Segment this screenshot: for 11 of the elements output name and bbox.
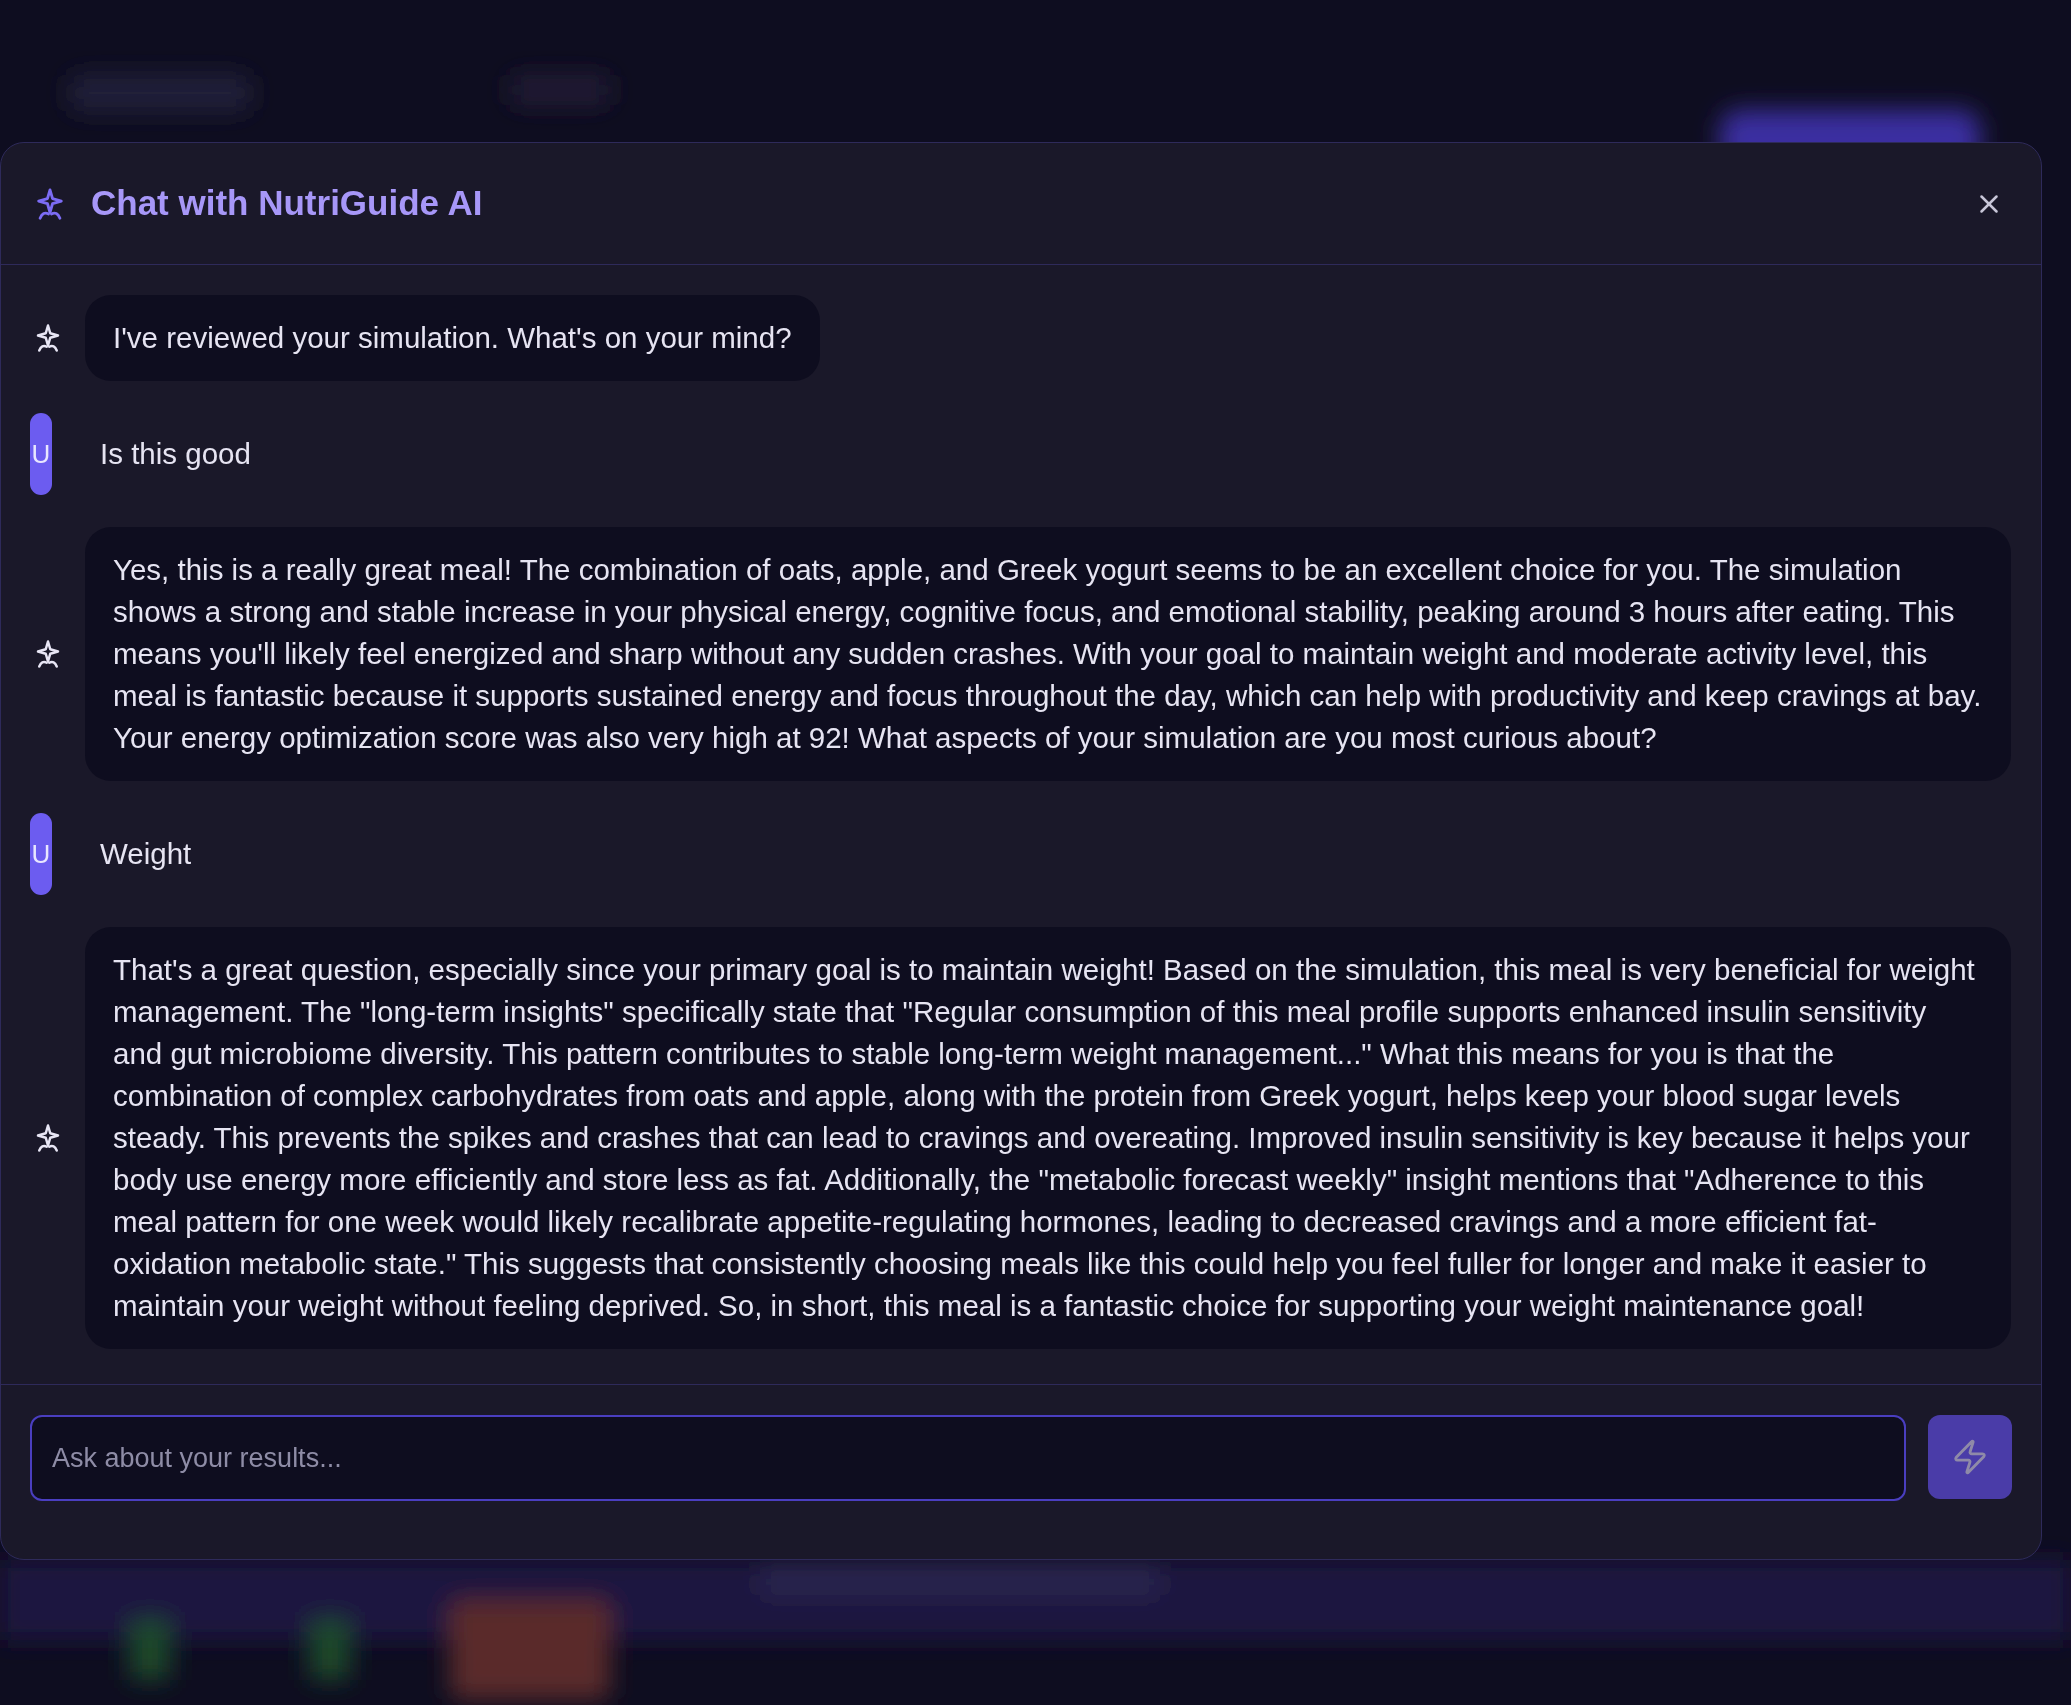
send-button[interactable] xyxy=(1928,1415,2012,1499)
assistant-message: That's a great question, especially since your primary goal is to maintain weight! Based on the simulation, this meal is very beneficial for weight management. The "long-term insights" specifically state that "Regular consumption of this meal profile supports enhanced insulin sensitivity and gut microbiome diversity. This pattern contributes to stable long-term weight management..." What this means for you is that the combination of complex carbohydrates from oats and apple, along with the protein from Greek yogurt, helps keep your blood sugar levels steady. This prevents the spikes and crashes that can lead to cravings and overeating. Improved insulin sensitivity is key because it helps your body use energy more efficiently and store less as fat. Additionally, the "metabolic forecast weekly" insight mentions that "Adherence to this meal pattern for one week would likely recalibrate appetite-regulating hormones, leading to decreased cravings and a more efficient fat-oxidation metabolic state." This suggests that consistently choosing meals like this could help you feel fuller for longer and make it easier to maintain your weight without feeling deprived. So, in short, this meal is a fantastic choice for supporting your weight maintenance goal! xyxy=(85,927,2011,1349)
assistant-message: Yes, this is a really great meal! The combination of oats, apple, and Greek yogurt seems to be an excellent choice for you. The simulation shows a strong and stable increase in your physical energy, cognitive focus, and emotional stability, peaking around 3 hours after eating. This means you'll likely feel energized and sharp without any sudden crashes. With your goal to maintain weight and moderate activity level, this meal is fantastic because it supports sustained energy and focus throughout the day, which can help with productivity and keep cravings at bay. Your energy optimization score was also very high at 92! What aspects of your simulation are you most curious about? xyxy=(85,527,2011,781)
assistant-message: I've reviewed your simulation. What's on your mind? xyxy=(85,295,820,381)
user-avatar: U xyxy=(30,413,52,495)
user-message: Is this good xyxy=(100,435,251,472)
user-avatar: U xyxy=(30,813,52,895)
dialog-title: Chat with NutriGuide AI xyxy=(91,182,483,225)
lightning-icon xyxy=(1951,1438,1989,1476)
message-input[interactable]: Ask about your results... xyxy=(30,1415,1906,1501)
user-message: Weight xyxy=(100,835,192,872)
